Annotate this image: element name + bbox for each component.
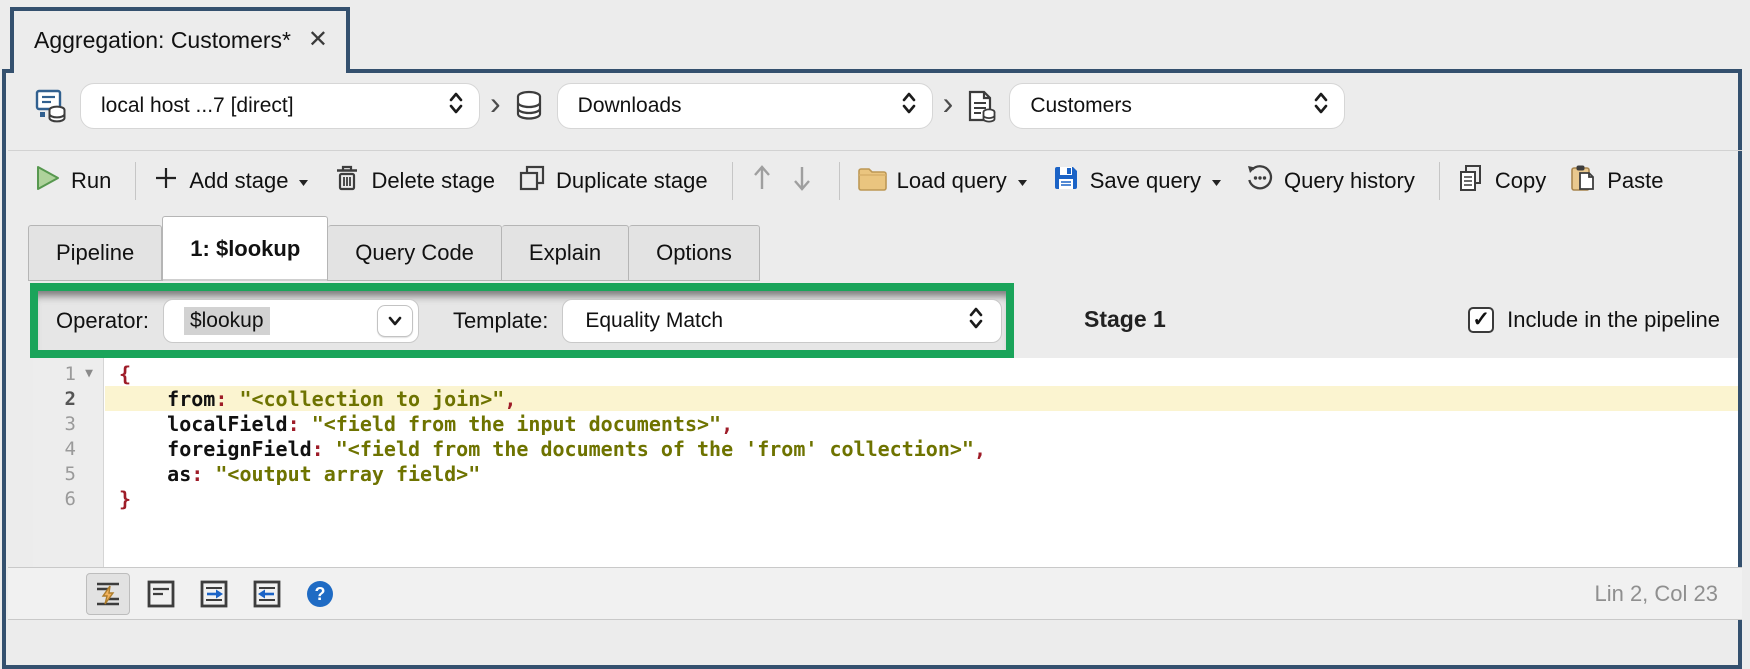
- paste-icon: [1568, 163, 1598, 199]
- copy-button[interactable]: Copy: [1456, 163, 1546, 199]
- query-history-button[interactable]: Query history: [1245, 163, 1415, 199]
- tab-explain[interactable]: Explain: [501, 225, 630, 281]
- template-label: Template:: [452, 307, 549, 333]
- stage-header: Operator: $lookup Template: Equality Mat…: [8, 281, 1742, 358]
- line-number: 3: [64, 412, 76, 435]
- format-document-button[interactable]: [139, 573, 183, 615]
- toolbar-divider: [135, 161, 137, 200]
- document-tab-title: Aggregation: Customers*: [34, 26, 291, 53]
- caret-down-icon: [1016, 168, 1029, 194]
- line-number: 4: [64, 437, 76, 460]
- query-toolbar: Run Add stage Delete stage Duplicate sta…: [8, 150, 1742, 210]
- history-icon: [1245, 163, 1275, 199]
- folder-icon: [856, 163, 888, 199]
- line-number: 5: [64, 462, 76, 485]
- operator-value: $lookup: [183, 306, 270, 335]
- tab-1-$lookup[interactable]: 1: $lookup: [162, 216, 329, 281]
- breadcrumb: local host ...7 [direct] › Downloads › C…: [8, 76, 1742, 136]
- trash-icon: [332, 163, 362, 199]
- caret-down-icon: [297, 168, 310, 194]
- code-line[interactable]: as: "<output array field>": [105, 461, 1738, 486]
- reformat-code-button[interactable]: [86, 572, 130, 615]
- operator-label: Operator:: [56, 307, 149, 333]
- code-line[interactable]: foreignField: "<field from the documents…: [105, 436, 1738, 461]
- duplicate-stage-button[interactable]: Duplicate stage: [517, 163, 708, 199]
- connection-icon: [32, 87, 70, 125]
- code-line[interactable]: from: "<collection to join>",: [105, 386, 1738, 411]
- database-icon: [511, 88, 547, 124]
- arrow-down-icon: [789, 163, 815, 199]
- toolbar-divider: [731, 161, 733, 200]
- copy-icon: [1456, 163, 1486, 199]
- line-number: 2: [64, 387, 76, 410]
- caret-down-icon: [1210, 168, 1223, 194]
- stage-label: Stage 1: [1084, 306, 1166, 332]
- connection-select[interactable]: local host ...7 [direct]: [80, 83, 480, 129]
- load-query-button[interactable]: Load query: [856, 163, 1029, 199]
- connection-value: local host ...7 [direct]: [101, 94, 294, 117]
- duplicate-icon: [517, 163, 547, 199]
- indent-button[interactable]: [192, 573, 236, 615]
- annotation-highlight: Operator: $lookup Template: Equality Mat…: [30, 283, 1014, 358]
- tab-options[interactable]: Options: [629, 225, 760, 281]
- outdent-button[interactable]: [245, 573, 289, 615]
- include-in-pipeline: ✓ Include in the pipeline: [1468, 281, 1720, 358]
- tab-pipeline[interactable]: Pipeline: [28, 225, 163, 281]
- chevron-up-down-icon: [447, 90, 465, 122]
- template-select[interactable]: Equality Match: [562, 298, 1003, 343]
- arrow-up-icon: [749, 163, 775, 199]
- move-stage-down-button[interactable]: [789, 163, 815, 199]
- stage-tabs: Pipeline 1: $lookup Query Code Explain Optio…: [28, 216, 760, 281]
- chevron-up-down-icon: [967, 305, 985, 336]
- database-value: Downloads: [577, 94, 682, 117]
- toolbar-divider: [1438, 161, 1440, 200]
- chevron-up-down-icon: [1312, 90, 1330, 122]
- include-checkbox[interactable]: ✓: [1468, 306, 1495, 333]
- stage-code-editor[interactable]: 1 ▼ 2 3 4 5 6 { from: "<collection to join>", …: [33, 358, 1738, 567]
- add-stage-button[interactable]: Add stage: [152, 164, 310, 198]
- template-value: Equality Match: [585, 308, 724, 332]
- check-icon: ✓: [1472, 308, 1490, 331]
- svg-text:?: ?: [315, 584, 326, 604]
- include-label: Include in the pipeline: [1507, 306, 1720, 332]
- help-button[interactable]: ?: [298, 573, 342, 615]
- run-icon: [32, 163, 62, 199]
- run-button[interactable]: Run: [32, 163, 111, 199]
- plus-icon: [152, 164, 180, 198]
- move-stage-up-button[interactable]: [749, 163, 775, 199]
- delete-stage-button[interactable]: Delete stage: [332, 163, 495, 199]
- operator-combobox[interactable]: $lookup: [162, 298, 419, 343]
- code-line[interactable]: localField: "<field from the input docum…: [105, 411, 1738, 436]
- collection-value: Customers: [1030, 94, 1132, 117]
- chevron-down-icon[interactable]: [376, 304, 413, 337]
- save-icon: [1051, 163, 1081, 199]
- collection-icon: [963, 88, 999, 124]
- editor-statusbar: ? Lin 2, Col 23: [8, 567, 1742, 620]
- save-query-button[interactable]: Save query: [1051, 163, 1223, 199]
- chevron-up-down-icon: [900, 90, 918, 122]
- tab-query-code[interactable]: Query Code: [328, 225, 502, 281]
- line-number: 6: [64, 487, 76, 510]
- breadcrumb-separator: ›: [942, 84, 954, 121]
- breadcrumb-separator: ›: [490, 84, 501, 121]
- cursor-position: Lin 2, Col 23: [1594, 580, 1718, 606]
- editor-gutter: 1 ▼ 2 3 4 5 6: [33, 358, 104, 567]
- database-select[interactable]: Downloads: [556, 83, 933, 129]
- toolbar-divider: [838, 161, 840, 200]
- code-line[interactable]: {: [105, 361, 1738, 386]
- document-tab[interactable]: Aggregation: Customers* ✕: [10, 7, 350, 73]
- line-number: 1 ▼: [33, 361, 103, 386]
- editor-code[interactable]: { from: "<collection to join>", localFie…: [105, 358, 1738, 567]
- paste-button[interactable]: Paste: [1568, 163, 1663, 199]
- collection-select[interactable]: Customers: [1009, 83, 1346, 129]
- code-line[interactable]: }: [105, 486, 1738, 511]
- close-icon[interactable]: ✕: [308, 28, 328, 52]
- fold-icon[interactable]: ▼: [79, 366, 99, 381]
